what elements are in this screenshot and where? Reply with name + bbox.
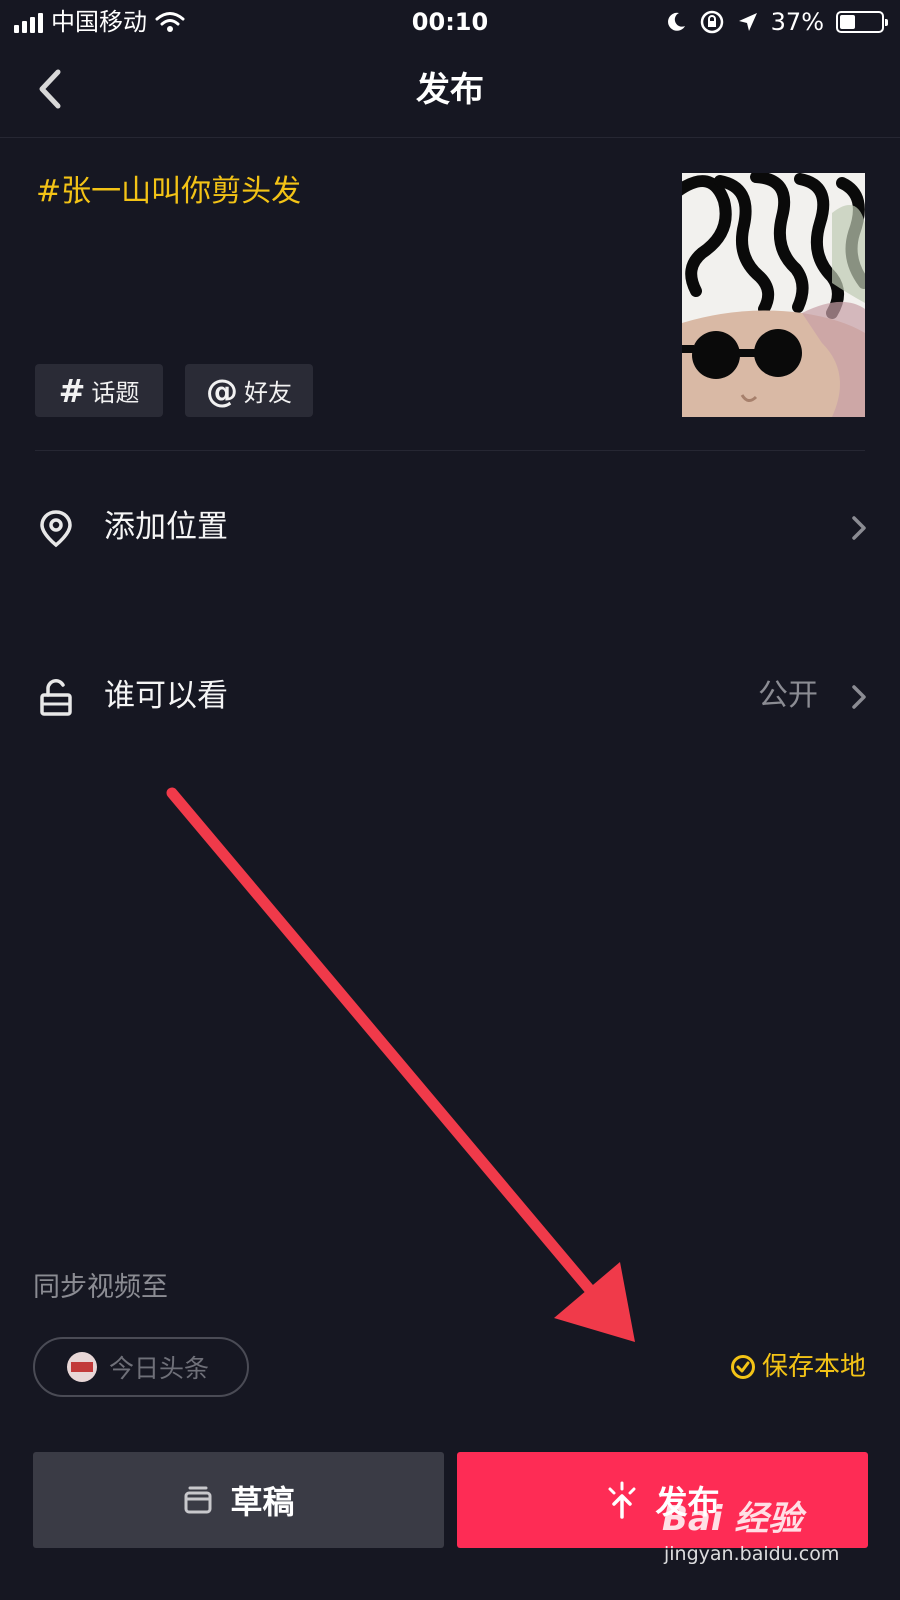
watermark-url: jingyan.baidu.com bbox=[664, 1543, 840, 1565]
draft-box-icon bbox=[184, 1486, 212, 1514]
who-can-watch-row[interactable]: 谁可以看 公开 bbox=[0, 657, 900, 737]
location-pin-icon bbox=[40, 510, 72, 548]
battery-fill bbox=[840, 15, 855, 29]
chevron-right-icon bbox=[852, 685, 866, 709]
toutiao-logo-icon bbox=[67, 1352, 97, 1382]
location-arrow-icon bbox=[738, 13, 757, 31]
battery-icon bbox=[836, 11, 888, 33]
moon-icon bbox=[667, 12, 685, 31]
baidu-jingyan-watermark: Bai 经验 jingyan.baidu.com bbox=[662, 1498, 852, 1578]
sync-toutiao-toggle[interactable]: 今日头条 bbox=[33, 1337, 249, 1397]
topic-chip-label: 话题 bbox=[91, 379, 140, 407]
caption-input[interactable]: #张一山叫你剪头发 bbox=[36, 172, 301, 212]
add-location-label: 添加位置 bbox=[104, 509, 228, 545]
at-sign-icon: @ bbox=[206, 371, 238, 410]
watermark-brand: Bai 经验 bbox=[662, 1499, 803, 1539]
save-local-label: 保存本地 bbox=[761, 1352, 866, 1382]
hashtag-icon: # bbox=[58, 371, 86, 410]
section-divider bbox=[35, 450, 865, 451]
save-local-toggle[interactable]: 保存本地 bbox=[730, 1349, 866, 1385]
status-right: 37% bbox=[665, 8, 888, 36]
status-bar: 中国移动 00:10 37% bbox=[0, 0, 900, 44]
visibility-value: 公开 bbox=[758, 678, 818, 713]
video-cover-thumbnail[interactable] bbox=[682, 173, 865, 417]
draft-button-label: 草稿 bbox=[230, 1483, 295, 1521]
friend-chip-label: 好友 bbox=[244, 379, 292, 407]
add-location-row[interactable]: 添加位置 bbox=[0, 488, 900, 568]
mention-friend-chip[interactable]: @ 好友 bbox=[185, 364, 313, 417]
chevron-right-icon bbox=[852, 516, 866, 540]
page-title: 发布 bbox=[416, 70, 484, 110]
sync-label: 同步视频至 bbox=[33, 1272, 168, 1303]
draft-button[interactable]: 草稿 bbox=[33, 1452, 444, 1548]
publish-spark-icon bbox=[608, 1481, 636, 1519]
battery-percent: 37% bbox=[770, 8, 824, 36]
nav-bar: 发布 bbox=[0, 44, 900, 138]
who-can-watch-label: 谁可以看 bbox=[104, 678, 228, 714]
check-circle-icon bbox=[730, 1355, 755, 1379]
topic-chip[interactable]: # 话题 bbox=[35, 364, 163, 417]
rotation-lock-icon bbox=[700, 10, 723, 34]
toutiao-label: 今日头条 bbox=[109, 1354, 210, 1383]
unlock-icon bbox=[40, 679, 72, 716]
